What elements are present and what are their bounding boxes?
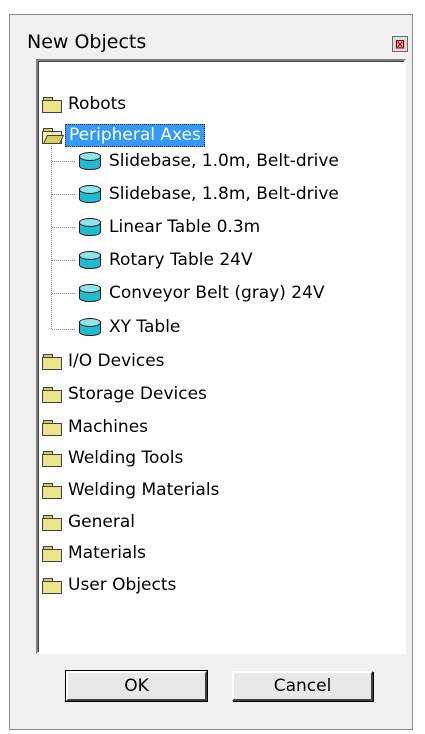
close-button[interactable]: ⊠ <box>392 36 408 52</box>
tree-item-label: Materials <box>68 542 146 563</box>
tree-item-storage-devices[interactable]: Storage Devices <box>42 383 210 405</box>
tree-item-user-objects[interactable]: User Objects <box>42 574 179 596</box>
tree-item-object[interactable]: Conveyor Belt (gray) 24V <box>78 282 328 304</box>
tree-item-label: Slidebase, 1.8m, Belt-drive <box>109 183 339 204</box>
tree-connector-line <box>51 146 52 330</box>
tree-item-general[interactable]: General <box>42 511 138 533</box>
tree-item-robots[interactable]: Robots <box>42 93 129 115</box>
tree-item-label: Storage Devices <box>68 383 207 404</box>
cylinder-object-icon <box>78 184 102 204</box>
tree-item-label: XY Table <box>109 316 181 337</box>
folder-closed-icon <box>42 514 62 531</box>
tree-connector-line <box>52 329 76 330</box>
folder-closed-icon <box>42 450 62 467</box>
tree-connector-line <box>52 194 76 195</box>
cylinder-object-icon <box>78 151 102 171</box>
cylinder-object-icon <box>78 217 102 237</box>
tree-connector-line <box>52 227 76 228</box>
cylinder-object-icon <box>78 317 102 337</box>
cancel-button[interactable]: Cancel <box>232 671 373 701</box>
tree-item-label: Welding Tools <box>68 447 184 468</box>
tree-item-materials[interactable]: Materials <box>42 542 149 564</box>
tree-item-label: Machines <box>68 416 149 437</box>
tree-item-machines[interactable]: Machines <box>42 416 151 438</box>
tree-connector-line <box>52 161 76 162</box>
tree-item-label: Slidebase, 1.0m, Belt-drive <box>109 150 339 171</box>
ok-button[interactable]: OK <box>65 670 208 702</box>
tree-item-object[interactable]: Rotary Table 24V <box>78 249 256 271</box>
tree-item-welding-materials[interactable]: Welding Materials <box>42 479 222 501</box>
tree-item-label: I/O Devices <box>68 350 165 371</box>
tree-item-label: Conveyor Belt (gray) 24V <box>109 282 325 303</box>
tree-item-welding-tools[interactable]: Welding Tools <box>42 447 186 469</box>
tree-item-label: User Objects <box>68 574 177 595</box>
title-bar[interactable]: New Objects ⊠ <box>10 15 412 59</box>
tree-connector-line <box>52 260 76 261</box>
folder-open-icon <box>42 127 65 144</box>
tree-connector-line <box>52 293 76 294</box>
folder-closed-icon <box>42 96 62 113</box>
tree-item-object[interactable]: XY Table <box>78 316 183 338</box>
folder-closed-icon <box>42 577 62 594</box>
tree-item-object[interactable]: Slidebase, 1.0m, Belt-drive <box>78 150 342 172</box>
dialog-title: New Objects <box>27 31 147 53</box>
tree-item-label: General <box>68 511 135 532</box>
tree-item-label: Peripheral Axes <box>65 123 205 147</box>
tree-item-label: Linear Table 0.3m <box>109 216 261 237</box>
folder-closed-icon <box>42 545 62 562</box>
tree-item-object[interactable]: Linear Table 0.3m <box>78 216 263 238</box>
tree-item-object[interactable]: Slidebase, 1.8m, Belt-drive <box>78 183 342 205</box>
tree-item-label: Robots <box>68 93 127 114</box>
cylinder-object-icon <box>78 283 102 303</box>
new-objects-dialog: New Objects ⊠ Robots Peripheral Axes Sli… <box>9 14 413 730</box>
folder-closed-icon <box>42 419 62 436</box>
cylinder-object-icon <box>78 250 102 270</box>
tree-item-peripheral-axes[interactable]: Peripheral Axes <box>42 123 205 147</box>
folder-closed-icon <box>42 353 62 370</box>
close-icon: ⊠ <box>394 37 406 51</box>
tree-item-label: Welding Materials <box>68 479 220 500</box>
tree-item-label: Rotary Table 24V <box>109 249 253 270</box>
tree-item-io-devices[interactable]: I/O Devices <box>42 350 168 372</box>
folder-closed-icon <box>42 482 62 499</box>
object-tree[interactable]: Robots Peripheral Axes Slidebase, 1.0m, … <box>36 59 406 654</box>
folder-closed-icon <box>42 386 62 403</box>
